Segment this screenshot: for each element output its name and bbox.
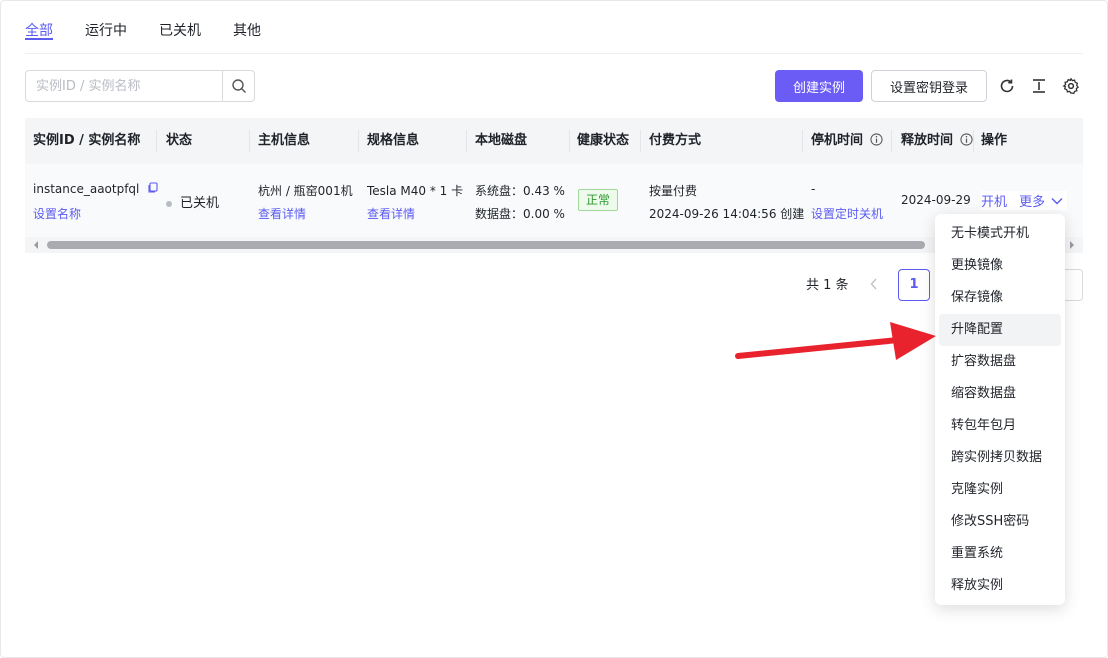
header-separator (802, 130, 803, 152)
spec-info: Tesla M40 * 1 卡 (367, 184, 464, 198)
menu-item-expand-data-disk[interactable]: 扩容数据盘 (939, 346, 1061, 378)
scroll-right-icon[interactable] (1067, 240, 1077, 250)
header-release-time-label: 释放时间 (901, 133, 954, 148)
pagination-total: 共 1 条 (806, 278, 849, 293)
status-tabs: 全部 运行中 已关机 其他 (25, 0, 293, 54)
header-separator (358, 130, 359, 152)
chevron-down-icon (1051, 198, 1063, 205)
header-stop-time: 停机时间 (811, 118, 883, 164)
health-status-badge: 正常 (578, 189, 619, 211)
header-health: 健康状态 (577, 133, 630, 148)
system-disk-usage: 系统盘：0.43 % (475, 184, 565, 198)
more-actions-dropdown: 无卡模式开机 更换镜像 保存镜像 升降配置 扩容数据盘 缩容数据盘 转包年包月 … (935, 214, 1065, 605)
header-separator (466, 130, 467, 152)
set-name-link[interactable]: 设置名称 (33, 205, 81, 222)
refresh-icon[interactable] (997, 76, 1017, 96)
header-separator (640, 130, 641, 152)
header-release-time: 释放时间 (901, 118, 973, 164)
search-box (25, 70, 255, 102)
header-instance: 实例ID / 实例名称 (33, 133, 141, 148)
horizontal-scrollbar[interactable] (25, 237, 1083, 253)
host-detail-link[interactable]: 查看详情 (258, 205, 306, 222)
chevron-left-icon (870, 278, 877, 290)
status-cell: 已关机 (166, 192, 219, 211)
instance-id-cell: instance_aaotpfql (33, 182, 159, 196)
header-billing: 付费方式 (649, 133, 702, 148)
menu-item-clone-instance[interactable]: 克隆实例 (939, 474, 1061, 506)
tab-other[interactable]: 其他 (233, 0, 261, 54)
header-stop-time-label: 停机时间 (811, 133, 864, 148)
header-separator (569, 130, 570, 152)
page-number-button[interactable]: 1 (898, 269, 930, 301)
host-info: 杭州 / 瓶窑001机 (258, 184, 353, 198)
instance-id: instance_aaotpfql (33, 182, 140, 196)
menu-item-cross-copy-data[interactable]: 跨实例拷贝数据 (939, 442, 1061, 474)
menu-item-reset-system[interactable]: 重置系统 (939, 538, 1061, 570)
menu-item-change-image[interactable]: 更换镜像 (939, 250, 1061, 282)
menu-item-shrink-data-disk[interactable]: 缩容数据盘 (939, 378, 1061, 410)
menu-item-change-ssh-password[interactable]: 修改SSH密码 (939, 506, 1061, 538)
status-text: 已关机 (180, 196, 220, 211)
ssh-key-login-button[interactable]: 设置密钥登录 (871, 70, 987, 102)
search-icon (231, 79, 246, 93)
create-instance-button[interactable]: 创建实例 (775, 70, 863, 102)
tabs-divider (25, 53, 1083, 54)
info-icon[interactable] (869, 133, 883, 146)
header-separator (156, 130, 157, 152)
menu-item-start-no-gpu[interactable]: 无卡模式开机 (939, 218, 1061, 250)
more-button[interactable]: 更多 (1019, 195, 1063, 210)
copy-icon[interactable] (147, 182, 159, 194)
column-height-icon[interactable] (1029, 76, 1049, 96)
info-icon[interactable] (959, 133, 973, 146)
header-host: 主机信息 (258, 133, 311, 148)
menu-item-change-config[interactable]: 升降配置 (939, 314, 1061, 346)
menu-item-convert-monthly[interactable]: 转包年包月 (939, 410, 1061, 442)
created-time: 2024-09-26 14:04:56 创建 (649, 207, 805, 221)
scroll-left-icon[interactable] (31, 240, 41, 250)
menu-item-release-instance[interactable]: 释放实例 (939, 570, 1061, 602)
header-separator (891, 130, 892, 152)
instance-table: 实例ID / 实例名称 状态 主机信息 规格信息 本地磁盘 健康状态 付费方式 … (25, 118, 1083, 238)
data-disk-usage: 数据盘：0.00 % (475, 207, 565, 221)
more-label: 更多 (1019, 195, 1046, 210)
search-button[interactable] (222, 71, 254, 101)
table-row: instance_aaotpfql 设置名称 已关机 杭州 / 瓶窑001机 查… (25, 164, 1083, 238)
header-actions: 操作 (981, 133, 1008, 148)
release-time: 2024-09-29 (901, 193, 971, 207)
table-header: 实例ID / 实例名称 状态 主机信息 规格信息 本地磁盘 健康状态 付费方式 … (25, 118, 1083, 164)
header-separator (249, 130, 250, 152)
spec-detail-link[interactable]: 查看详情 (367, 205, 415, 222)
menu-item-save-image[interactable]: 保存镜像 (939, 282, 1061, 314)
header-status: 状态 (166, 133, 193, 148)
start-button[interactable]: 开机 (981, 195, 1007, 210)
settings-icon[interactable] (1061, 76, 1081, 96)
scrollbar-thumb[interactable] (47, 241, 925, 249)
schedule-shutdown-link[interactable]: 设置定时关机 (811, 205, 883, 222)
header-spec: 规格信息 (367, 133, 420, 148)
header-disk: 本地磁盘 (475, 133, 528, 148)
actions-cell: 开机 更多 (981, 191, 1068, 210)
tab-stopped[interactable]: 已关机 (159, 0, 201, 54)
status-dot (166, 200, 172, 207)
billing-type: 按量付费 (649, 184, 698, 198)
search-input[interactable] (26, 71, 222, 101)
prev-page-button[interactable] (866, 274, 882, 294)
header-separator (973, 130, 974, 152)
tab-running[interactable]: 运行中 (85, 0, 127, 54)
stop-time: - (811, 182, 816, 196)
tab-all[interactable]: 全部 (25, 0, 53, 54)
